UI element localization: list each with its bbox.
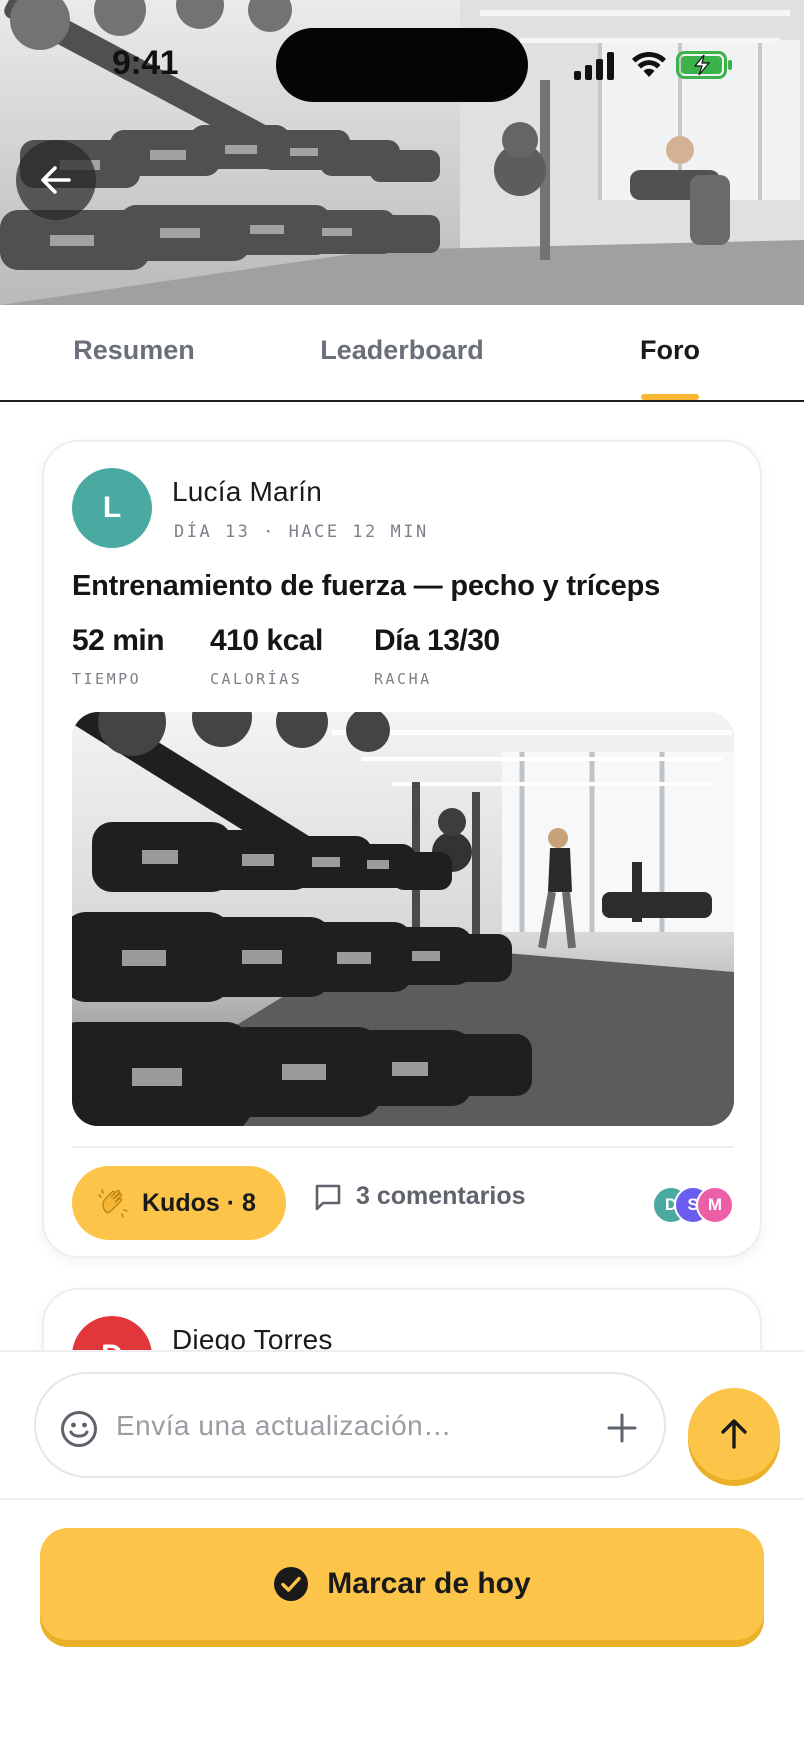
post-meta: DÍA 13 · HACE 12 MIN [174, 522, 429, 542]
message-input[interactable] [116, 1396, 586, 1456]
status-time: 9:41 [112, 44, 179, 82]
tab-foro[interactable]: Foro [640, 335, 700, 366]
send-button[interactable] [688, 1388, 780, 1480]
message-input-container [34, 1372, 666, 1478]
cellular-signal-icon [574, 52, 614, 80]
stat-time: 52 min TIEMPO [72, 624, 165, 688]
stat-label: CALORÍAS [210, 670, 303, 688]
card-divider [72, 1146, 734, 1148]
clapping-hands-icon [98, 1189, 128, 1218]
post-card: L Lucía Marín DÍA 13 · HACE 12 MIN Entre… [42, 440, 762, 1258]
stat-value: Día 13/30 [374, 624, 500, 657]
mark-today-button[interactable]: Marcar de hoy [40, 1528, 764, 1640]
arrow-up-icon [721, 1419, 747, 1449]
stat-streak: Día 13/30 RACHA [374, 624, 500, 688]
stat-label: RACHA [374, 670, 432, 688]
forum-feed[interactable]: L Lucía Marín DÍA 13 · HACE 12 MIN Entre… [0, 402, 804, 1350]
gym-dumbbells-photo [72, 712, 734, 1126]
message-composer [0, 1350, 804, 1500]
plus-icon[interactable] [606, 1412, 638, 1444]
author-name[interactable]: Lucía Marín [172, 476, 322, 508]
stat-value: 52 min [72, 624, 165, 657]
check-circle-icon [274, 1567, 309, 1601]
status-bar: 9:41 [0, 0, 804, 130]
challenge-forum-screen: 9:41 Resumen Leaderboard Foro L Lucía Ma… [0, 0, 804, 1748]
tab-leaderboard[interactable]: Leaderboard [320, 335, 484, 366]
stat-value: 410 kcal [210, 624, 323, 657]
post-photo[interactable] [72, 712, 734, 1126]
kudos-label: Kudos · 8 [142, 1188, 256, 1217]
reactor-avatars[interactable]: D S M [652, 1186, 742, 1224]
comments-button[interactable]: 3 comentarios [314, 1182, 526, 1211]
bottom-action-area: Marcar de hoy [0, 1500, 804, 1748]
battery-charging-icon [676, 51, 732, 79]
mark-today-label: Marcar de hoy [327, 1567, 531, 1600]
status-icons [574, 50, 734, 82]
wifi-icon [632, 51, 666, 77]
arrow-left-icon [41, 166, 71, 194]
author-name[interactable]: Diego Torres [172, 1324, 333, 1350]
stat-calories: 410 kcal CALORÍAS [210, 624, 323, 688]
kudos-button[interactable]: Kudos · 8 [72, 1166, 286, 1240]
reactor-avatar: M [696, 1186, 734, 1224]
dynamic-island [276, 28, 528, 102]
back-button[interactable] [16, 140, 96, 220]
emoji-icon[interactable] [60, 1410, 98, 1448]
comment-bubble-icon [315, 1184, 341, 1210]
active-tab-indicator [641, 394, 699, 400]
stat-label: TIEMPO [72, 670, 142, 688]
tab-resumen[interactable]: Resumen [73, 335, 195, 366]
post-title: Entrenamiento de fuerza — pecho y trícep… [72, 570, 661, 602]
author-avatar[interactable]: L [72, 468, 152, 548]
author-avatar[interactable]: D [72, 1316, 152, 1350]
post-card: D Diego Torres [42, 1288, 762, 1350]
comments-label: 3 comentarios [356, 1182, 526, 1210]
tab-bar: Resumen Leaderboard Foro [0, 305, 804, 402]
